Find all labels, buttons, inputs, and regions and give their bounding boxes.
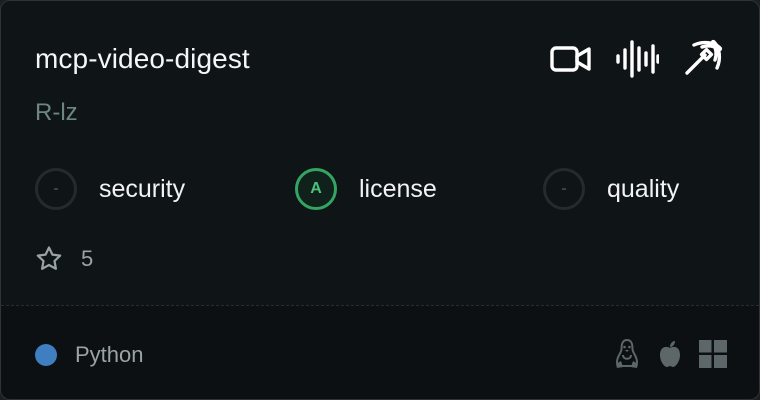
card-footer: Python — [1, 305, 759, 399]
apple-icon — [660, 341, 680, 367]
star-count: 5 — [81, 246, 94, 271]
server-card[interactable]: mcp-video-digest R-lz - security A licen… — [0, 0, 760, 400]
license-badge: A — [295, 168, 337, 210]
language-color-dot — [35, 344, 57, 366]
audio-waveform-icon — [616, 40, 659, 78]
language-name: Python — [75, 342, 144, 367]
video-camera-icon — [550, 46, 591, 72]
star-icon — [36, 246, 62, 270]
score-license[interactable]: A license — [295, 165, 437, 213]
windows-icon — [699, 340, 727, 368]
security-badge: - — [35, 168, 77, 210]
stars: 5 — [35, 245, 93, 273]
quality-label: quality — [607, 174, 680, 203]
license-label: license — [359, 174, 437, 203]
card-title[interactable]: mcp-video-digest — [35, 39, 250, 79]
pickaxe-icon — [685, 39, 723, 75]
category-icons — [549, 37, 725, 81]
platform-icons — [613, 338, 727, 370]
security-label: security — [99, 174, 186, 203]
score-row: - security A license - quality — [35, 165, 725, 213]
score-security[interactable]: - security — [35, 165, 185, 213]
quality-badge: - — [543, 168, 585, 210]
linux-icon — [615, 338, 639, 368]
score-quality[interactable]: - quality — [543, 165, 679, 213]
language: Python — [35, 342, 144, 368]
author-link[interactable]: R-lz — [35, 99, 78, 127]
